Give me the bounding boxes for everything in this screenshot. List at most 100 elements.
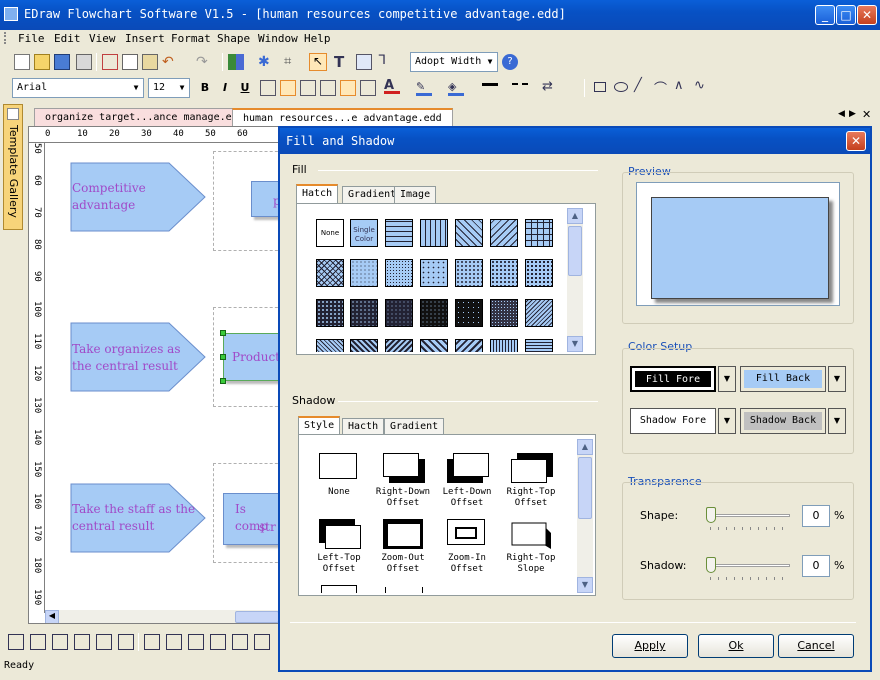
menu-format[interactable]: Format [171, 32, 211, 45]
shadow-scrollbar[interactable]: ▲ ▼ [577, 439, 593, 593]
hatch-diag-cross[interactable] [316, 259, 344, 287]
shape-transparence-track[interactable] [710, 514, 790, 517]
align-top-icon[interactable] [320, 80, 336, 96]
tab-scroll-right-icon[interactable]: ▶ [849, 109, 856, 119]
hatch-dark-downward[interactable] [350, 339, 378, 352]
menu-view[interactable]: View [89, 32, 116, 45]
doc-tab-human-resources[interactable]: human resources...e advantage.edd [232, 108, 453, 126]
hatch-percent-80[interactable] [455, 299, 483, 327]
print-icon[interactable] [76, 54, 92, 70]
font-select[interactable]: Arial ▼ [12, 78, 144, 98]
distribute-icon[interactable] [166, 634, 182, 650]
scroll-up-icon[interactable]: ▲ [567, 208, 583, 224]
fill-back-button[interactable]: Fill Back [740, 366, 826, 392]
scroll-up-icon[interactable]: ▲ [577, 439, 593, 455]
shadow-right-down[interactable]: Right-Down Offset [371, 453, 435, 509]
hatch-percent-30[interactable] [490, 259, 518, 287]
hatch-dark-upward[interactable] [385, 339, 413, 352]
menu-edit[interactable]: Edit [54, 32, 81, 45]
connector-icon[interactable]: ᒣ [378, 53, 394, 69]
cut-icon[interactable] [102, 54, 118, 70]
tab-hatch[interactable]: Hatch [296, 184, 339, 203]
shadow-fore-dropdown[interactable]: ▼ [718, 408, 736, 434]
menu-help[interactable]: Help [304, 32, 331, 45]
italic-button[interactable]: I [216, 79, 234, 97]
scroll-down-icon[interactable]: ▼ [567, 336, 583, 352]
redo-icon[interactable]: ↷ [196, 54, 212, 70]
ok-button[interactable]: Ok [698, 634, 774, 658]
image-icon[interactable] [356, 54, 372, 70]
distribute-icon[interactable] [144, 634, 160, 650]
hatch-vertical[interactable] [420, 219, 448, 247]
hatch-percent-20[interactable] [420, 259, 448, 287]
hatch-percent-40[interactable] [525, 259, 553, 287]
distribute-icon[interactable] [210, 634, 226, 650]
shadow-left-top[interactable]: Left-Top Offset [307, 519, 371, 575]
tab-close-icon[interactable]: ✕ [862, 108, 871, 121]
shadow-transparence-track[interactable] [710, 564, 790, 567]
help-icon[interactable]: ? [502, 54, 518, 70]
pointer-tool-icon[interactable]: ↖ [309, 53, 327, 71]
close-button[interactable]: ✕ [857, 5, 877, 25]
hatch-percent-60[interactable] [350, 299, 378, 327]
hatch-light-downward[interactable] [316, 339, 344, 352]
template-gallery-tab[interactable]: Template Gallery [3, 104, 23, 230]
new-icon[interactable] [14, 54, 30, 70]
scroll-thumb[interactable] [568, 226, 582, 276]
cancel-button[interactable]: Cancel [778, 634, 854, 658]
align-icon[interactable] [52, 634, 68, 650]
crop-icon[interactable]: ⌗ [284, 54, 300, 70]
fill-fore-button[interactable]: Fill Fore [630, 366, 716, 392]
grid-icon[interactable] [228, 54, 244, 70]
hatch-light-vertical[interactable] [490, 339, 518, 352]
align-bottom-icon[interactable] [360, 80, 376, 96]
scroll-left-icon[interactable]: ◀ [45, 610, 59, 623]
shadow-left-down[interactable]: Left-Down Offset [435, 453, 499, 509]
shadow-transparence-input[interactable]: 0 [802, 555, 830, 577]
menu-window[interactable]: Window [258, 32, 298, 45]
dialog-close-button[interactable]: ✕ [846, 131, 866, 151]
tab-hacth[interactable]: Hacth [342, 418, 385, 435]
menu-file[interactable]: File [18, 32, 45, 45]
hatch-wide-downward[interactable] [420, 339, 448, 352]
selection-handle[interactable] [220, 378, 226, 384]
distribute-icon[interactable] [188, 634, 204, 650]
hatch-light-upward[interactable] [525, 299, 553, 327]
underline-button[interactable]: U [236, 79, 254, 97]
menu-shape[interactable]: Shape [217, 32, 250, 45]
shadow-none[interactable]: None [307, 453, 371, 498]
rectangle-tool-icon[interactable] [594, 82, 606, 92]
hatch-back-diagonal[interactable] [490, 219, 518, 247]
undo-icon[interactable]: ↶ [162, 54, 178, 70]
drawing-canvas[interactable]: 0 10 20 30 40 50 60 50 60 70 80 90 100 1… [28, 126, 280, 624]
line-style-icon[interactable] [512, 83, 528, 86]
arc-tool-icon[interactable]: ⌒ [654, 78, 670, 97]
scroll-thumb[interactable] [578, 457, 592, 519]
fill-back-dropdown[interactable]: ▼ [828, 366, 846, 392]
font-size-select[interactable]: 12 ▼ [148, 78, 190, 98]
shadow-back-dropdown[interactable]: ▼ [828, 408, 846, 434]
align-icon[interactable] [74, 634, 90, 650]
scroll-thumb[interactable] [235, 611, 279, 623]
align-icon[interactable] [8, 634, 24, 650]
selection-handle[interactable] [220, 330, 226, 336]
apply-button[interactable]: Apply [612, 634, 688, 658]
line-weight-icon[interactable] [482, 83, 498, 86]
hatch-scrollbar[interactable]: ▲ ▼ [567, 208, 583, 352]
shape-transparence-input[interactable]: 0 [802, 505, 830, 527]
tab-scroll-left-icon[interactable]: ◀ [838, 109, 845, 119]
fill-color-icon[interactable]: ◈ [448, 80, 464, 96]
line-color-icon[interactable]: ✎ [416, 80, 432, 96]
hatch-wide-upward[interactable] [455, 339, 483, 352]
star-icon[interactable]: ✱ [258, 54, 274, 70]
tab-style[interactable]: Style [298, 416, 341, 435]
ellipse-tool-icon[interactable] [614, 82, 628, 92]
hatch-none[interactable]: None [316, 219, 344, 247]
menu-insert[interactable]: Insert [125, 32, 165, 45]
tab-shadow-gradient[interactable]: Gradient [384, 418, 445, 435]
doc-tab-organize-target[interactable]: organize target...ance manage.edd [34, 108, 255, 126]
align-left-icon[interactable] [260, 80, 276, 96]
hatch-cross[interactable] [525, 219, 553, 247]
scroll-down-icon[interactable]: ▼ [577, 577, 593, 593]
align-center-icon[interactable] [280, 80, 296, 96]
